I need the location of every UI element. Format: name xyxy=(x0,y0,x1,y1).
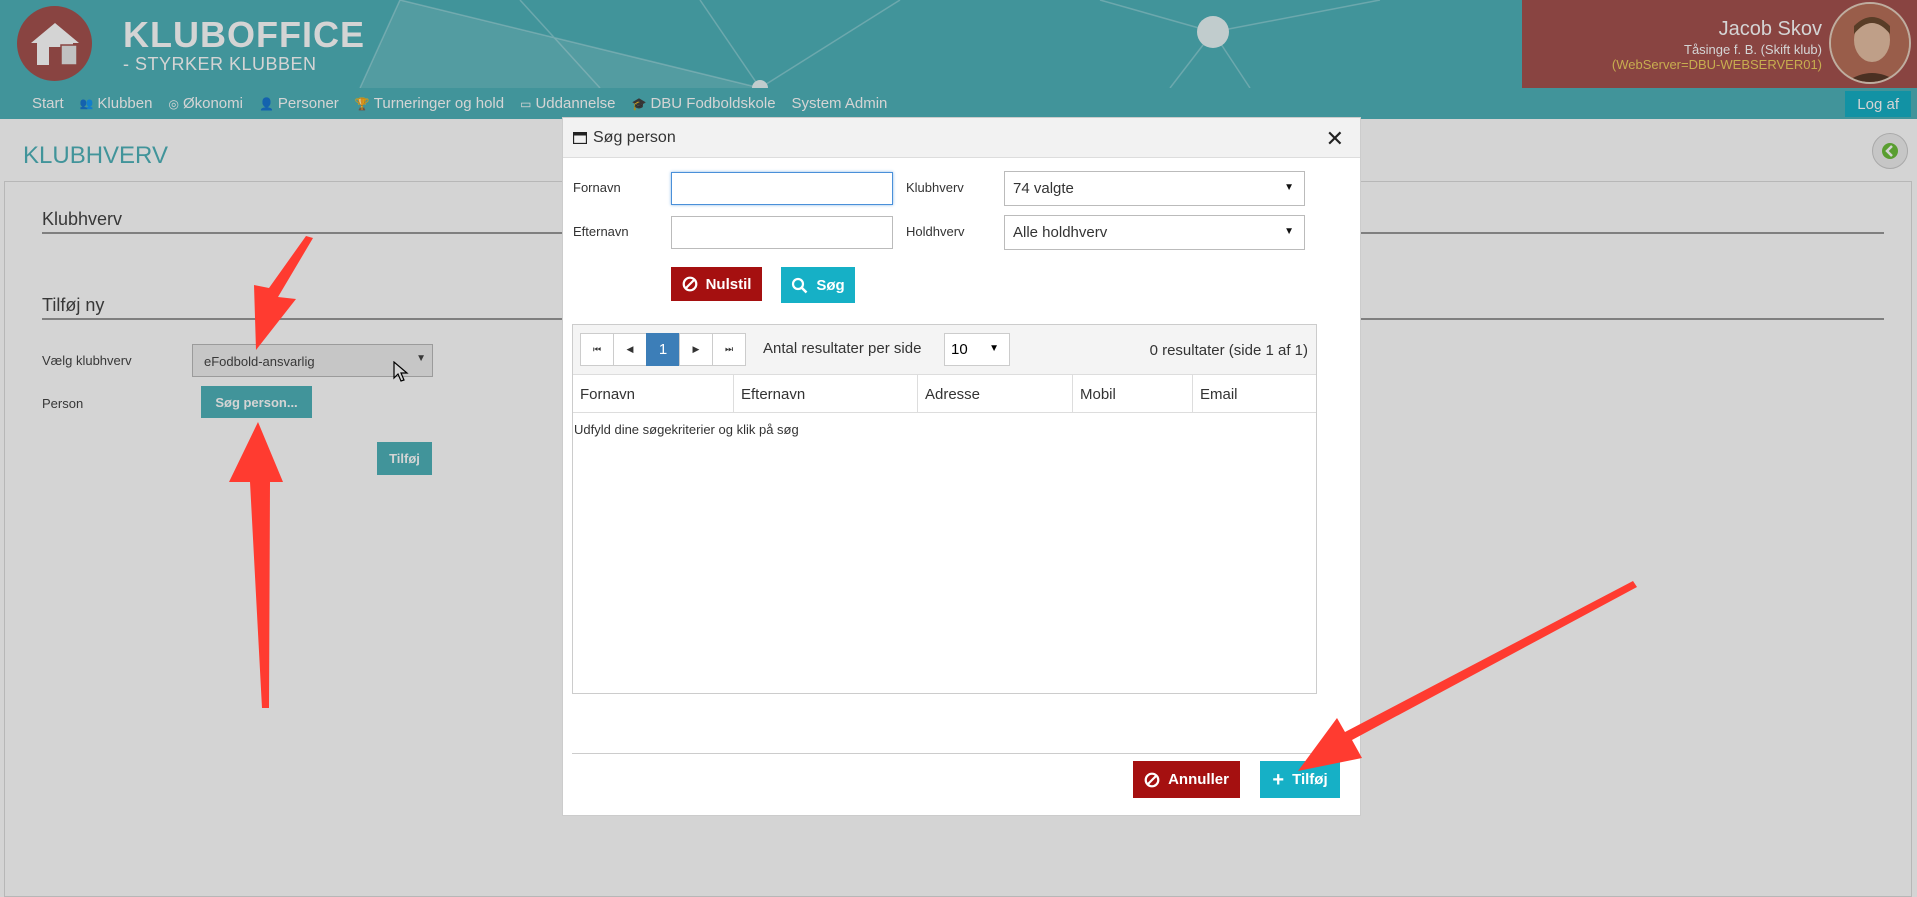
annotation-arrow xyxy=(229,422,283,708)
annotation-arrow xyxy=(1298,581,1637,771)
annotation-arrows xyxy=(229,236,1637,771)
annotation-arrow xyxy=(254,236,313,350)
